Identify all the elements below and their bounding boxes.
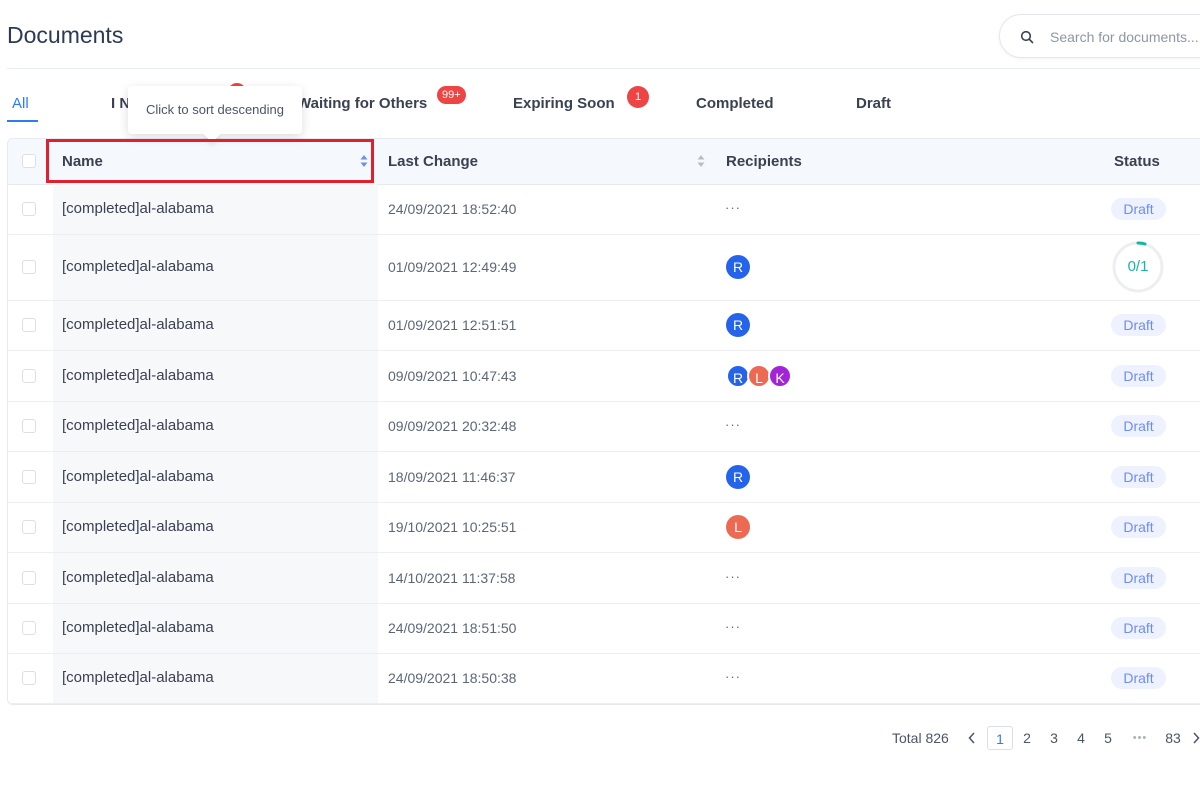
tab-active-underline <box>7 120 38 122</box>
table-row[interactable]: [completed]al-alabama 24/09/2021 18:51:50… <box>8 603 1200 654</box>
status-badge: Draft <box>1111 667 1166 689</box>
row-checkbox[interactable] <box>22 571 36 585</box>
page-title: Documents <box>7 22 124 48</box>
recipients-more[interactable]: ··· <box>725 417 741 432</box>
table-row[interactable]: [completed]al-alabama 19/10/2021 10:25:51… <box>8 502 1200 553</box>
document-name[interactable]: [completed]al-alabama <box>62 619 214 636</box>
progress-text: 0/1 <box>1127 258 1149 275</box>
document-name[interactable]: [completed]al-alabama <box>62 468 214 485</box>
row-checkbox[interactable] <box>22 470 36 484</box>
recipients-more[interactable]: ··· <box>725 669 741 684</box>
last-change-date: 09/09/2021 10:47:43 <box>388 368 517 384</box>
row-checkbox[interactable] <box>22 520 36 534</box>
recipient-avatar[interactable]: R <box>726 255 750 279</box>
row-checkbox[interactable] <box>22 260 36 274</box>
recipients-more[interactable]: ··· <box>725 619 741 634</box>
last-change-date: 24/09/2021 18:50:38 <box>388 670 517 686</box>
sort-tooltip: Click to sort descending <box>128 86 302 134</box>
page-83[interactable]: 83 <box>1162 726 1184 750</box>
row-checkbox[interactable] <box>22 419 36 433</box>
page-2[interactable]: 2 <box>1019 726 1035 750</box>
page-3[interactable]: 3 <box>1046 726 1062 750</box>
chevron-left-icon[interactable] <box>967 731 977 745</box>
recipient-avatar[interactable]: R <box>726 465 750 489</box>
last-change-date: 01/09/2021 12:51:51 <box>388 317 517 333</box>
tab-all[interactable]: All <box>12 95 29 112</box>
row-checkbox[interactable] <box>22 369 36 383</box>
last-change-date: 18/09/2021 11:46:37 <box>388 469 516 485</box>
column-header-recipients: Recipients <box>726 153 802 170</box>
status-badge: Draft <box>1111 617 1166 639</box>
table-row[interactable]: [completed]al-alabama 14/10/2021 11:37:58… <box>8 552 1200 604</box>
document-name[interactable]: [completed]al-alabama <box>62 367 214 384</box>
table-row[interactable]: [completed]al-alabama 24/09/2021 18:52:40… <box>8 184 1200 235</box>
table-row[interactable]: [completed]al-alabama 01/09/2021 12:51:51… <box>8 300 1200 351</box>
header-divider <box>7 68 1200 69</box>
document-name[interactable]: [completed]al-alabama <box>62 316 214 333</box>
document-name[interactable]: [completed]al-alabama <box>62 258 214 275</box>
document-name[interactable]: [completed]al-alabama <box>62 417 214 434</box>
column-header-last-change[interactable]: Last Change <box>388 153 478 170</box>
tab-expiring-badge: 1 <box>627 86 649 108</box>
table-row[interactable]: [completed]al-alabama 24/09/2021 18:50:38… <box>8 653 1200 704</box>
chevron-right-icon[interactable] <box>1192 731 1200 745</box>
status-badge: Draft <box>1111 567 1166 589</box>
page-5[interactable]: 5 <box>1100 726 1116 750</box>
tab-expiring-soon[interactable]: Expiring Soon <box>513 95 615 112</box>
status-badge: Draft <box>1111 198 1166 220</box>
name-header-highlight-box <box>46 139 374 183</box>
table-row[interactable]: [completed]al-alabama 18/09/2021 11:46:37… <box>8 451 1200 503</box>
recipients-more[interactable]: ··· <box>725 200 741 215</box>
sort-icon[interactable] <box>697 154 705 168</box>
document-name[interactable]: [completed]al-alabama <box>62 200 214 217</box>
status-badge: Draft <box>1111 314 1166 336</box>
document-name[interactable]: [completed]al-alabama <box>62 569 214 586</box>
search-box[interactable] <box>999 14 1200 58</box>
status-badge: Draft <box>1111 466 1166 488</box>
last-change-date: 14/10/2021 11:37:58 <box>388 570 516 586</box>
row-checkbox[interactable] <box>22 671 36 685</box>
table-row[interactable]: [completed]al-alabama 09/09/2021 10:47:43… <box>8 350 1200 402</box>
recipients-more[interactable]: ··· <box>725 569 741 584</box>
documents-table: Name Last Change Recipients Status [comp… <box>7 138 1200 705</box>
status-badge: Draft <box>1111 516 1166 538</box>
page-4[interactable]: 4 <box>1073 726 1089 750</box>
status-badge: Draft <box>1111 365 1166 387</box>
select-all-checkbox[interactable] <box>22 154 36 168</box>
last-change-date: 09/09/2021 20:32:48 <box>388 418 517 434</box>
tab-waiting-badge: 99+ <box>437 86 466 104</box>
column-header-status: Status <box>1114 153 1160 170</box>
page-ellipsis[interactable]: ••• <box>1127 726 1153 750</box>
row-checkbox[interactable] <box>22 318 36 332</box>
search-icon <box>1020 30 1034 44</box>
document-name[interactable]: [completed]al-alabama <box>62 518 214 535</box>
row-checkbox[interactable] <box>22 621 36 635</box>
recipient-avatar[interactable]: R <box>726 313 750 337</box>
recipient-avatar[interactable]: L <box>726 515 750 539</box>
document-name[interactable]: [completed]al-alabama <box>62 669 214 686</box>
status-badge: Draft <box>1111 415 1166 437</box>
table-row[interactable]: [completed]al-alabama 01/09/2021 12:49:49… <box>8 234 1200 301</box>
last-change-date: 24/09/2021 18:51:50 <box>388 620 517 636</box>
last-change-date: 24/09/2021 18:52:40 <box>388 201 517 217</box>
last-change-date: 19/10/2021 10:25:51 <box>388 519 517 535</box>
recipient-avatar[interactable]: K <box>768 364 792 388</box>
tab-draft[interactable]: Draft <box>856 95 891 112</box>
search-input[interactable] <box>1048 25 1200 49</box>
tab-completed[interactable]: Completed <box>696 95 774 112</box>
table-row[interactable]: [completed]al-alabama 09/09/2021 20:32:48… <box>8 401 1200 452</box>
page-1[interactable]: 1 <box>987 726 1013 750</box>
row-checkbox[interactable] <box>22 202 36 216</box>
last-change-date: 01/09/2021 12:49:49 <box>388 259 517 275</box>
tab-waiting-for-others[interactable]: Waiting for Others <box>297 95 427 112</box>
pagination-total: Total 826 <box>892 730 949 746</box>
